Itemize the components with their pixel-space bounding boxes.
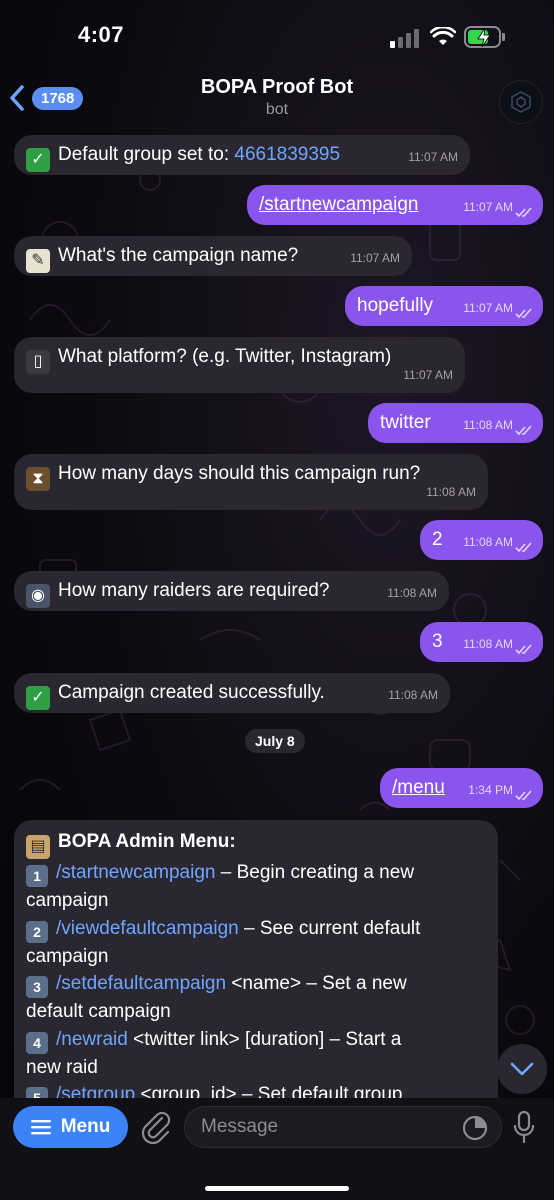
- command-link[interactable]: /setdefaultcampaign: [56, 973, 226, 994]
- check-mark-icon: ✓: [26, 686, 50, 710]
- chat-subtitle: bot: [265, 101, 289, 118]
- paperclip-icon[interactable]: [140, 1110, 172, 1144]
- check-mark-icon: ✓: [26, 148, 50, 172]
- hamburger-icon: [30, 1120, 51, 1135]
- outgoing-message: 3 11:08 AM: [420, 622, 543, 662]
- message-text: How many days should this campaign run?: [58, 463, 421, 484]
- read-checkmarks-icon: [515, 542, 532, 553]
- message-input[interactable]: [184, 1106, 502, 1148]
- chat-title[interactable]: BOPA Proof Bot: [0, 76, 554, 99]
- read-checkmarks-icon: [515, 308, 532, 319]
- incoming-message: ▯ What platform? (e.g. Twitter, Instagram…: [14, 337, 465, 393]
- sticker-icon[interactable]: [462, 1115, 488, 1141]
- message-text: twitter: [380, 412, 431, 433]
- message-time: 11:07 AM: [463, 200, 513, 214]
- command-link[interactable]: /viewdefaultcampaign: [56, 918, 239, 939]
- outgoing-message: twitter 11:08 AM: [368, 403, 543, 443]
- message-time: 1:34 PM: [468, 783, 513, 797]
- message-time: 11:08 AM: [387, 586, 437, 600]
- date-separator: July 8: [245, 729, 305, 753]
- incoming-message: ✓ Default group set to: 4661839395 11:07 …: [14, 135, 470, 175]
- command-description: – Begin creating a new: [215, 862, 415, 883]
- incoming-message: ⧗ How many days should this campaign run?…: [14, 454, 488, 510]
- command-description: <name> – Set a new: [226, 973, 407, 994]
- group-id-link[interactable]: 4661839395: [234, 144, 340, 165]
- chat-screen: 4:07 1768 BOPA Proof Bot bot ✓ Default g…: [0, 0, 554, 1200]
- incoming-message: ✎ What's the campaign name? 11:07 AM: [14, 236, 412, 276]
- microphone-icon[interactable]: [513, 1110, 535, 1144]
- admin-menu-message: ▤ BOPA Admin Menu: 1/startnewcampaign – B…: [14, 820, 498, 1110]
- status-time: 4:07: [78, 22, 125, 47]
- command-description: – See current default: [238, 917, 421, 939]
- chevron-down-icon: [510, 1062, 534, 1076]
- message-time: 11:08 AM: [388, 688, 438, 702]
- message-text: 2: [432, 529, 443, 550]
- memo-icon: ✎: [26, 249, 50, 273]
- message-time: 11:08 AM: [463, 418, 513, 432]
- bot-menu-label: Menu: [60, 1116, 111, 1137]
- message-time: 11:08 AM: [463, 637, 513, 651]
- message-text: What platform? (e.g. Twitter, Instagram): [58, 346, 392, 367]
- bot-logo-icon: [511, 91, 531, 113]
- outgoing-message: hopefully 11:07 AM: [345, 286, 543, 326]
- people-icon: ◉: [26, 584, 50, 608]
- read-checkmarks-icon: [515, 207, 532, 218]
- cellular-signal-icon: [390, 29, 419, 48]
- message-text: hopefully: [357, 295, 434, 316]
- home-indicator: [205, 1186, 349, 1191]
- mobile-phone-icon: ▯: [26, 350, 50, 374]
- keycap-3-icon: 3: [26, 976, 48, 998]
- status-bar: 4:07: [0, 0, 554, 70]
- command-link[interactable]: /menu: [392, 777, 445, 798]
- command-description-continued: campaign: [26, 945, 109, 967]
- message-text: 3: [432, 631, 443, 652]
- message-time: 11:07 AM: [350, 251, 400, 265]
- bot-avatar[interactable]: [499, 80, 543, 124]
- chat-header: 1768 BOPA Proof Bot bot: [0, 70, 554, 128]
- clipboard-icon: ▤: [26, 835, 50, 859]
- bot-menu-button[interactable]: Menu: [13, 1106, 128, 1148]
- keycap-1-icon: 1: [26, 865, 48, 887]
- command-description-continued: campaign: [26, 890, 109, 911]
- message-text: Campaign created successfully.: [58, 682, 325, 703]
- read-checkmarks-icon: [515, 790, 532, 801]
- incoming-message: ◉ How many raiders are required? 11:08 AM: [14, 571, 449, 611]
- read-checkmarks-icon: [515, 644, 532, 655]
- message-time: 11:07 AM: [408, 150, 458, 164]
- command-description: <twitter link> [duration] – Start a: [127, 1028, 402, 1050]
- wifi-icon: [430, 27, 456, 45]
- battery-charging-icon: [464, 26, 505, 48]
- message-text: How many raiders are required?: [58, 580, 330, 601]
- keycap-2-icon: 2: [26, 920, 48, 943]
- message-composer: Menu: [0, 1098, 554, 1200]
- scroll-to-bottom-button[interactable]: [497, 1044, 547, 1094]
- outgoing-message: 2 11:08 AM: [420, 520, 543, 560]
- message-time: 11:08 AM: [426, 485, 476, 499]
- outgoing-message: /menu 1:34 PM: [380, 768, 543, 808]
- command-link[interactable]: /newraid: [56, 1029, 128, 1050]
- message-text: Default group set to:: [58, 144, 235, 165]
- command-link[interactable]: /startnewcampaign: [259, 194, 418, 215]
- message-time: 11:08 AM: [463, 535, 513, 549]
- incoming-message: ✓ Campaign created successfully. 11:08 AM: [14, 673, 450, 713]
- outgoing-message: /startnewcampaign 11:07 AM: [247, 185, 543, 225]
- keycap-4-icon: 4: [26, 1031, 48, 1054]
- message-time: 11:07 AM: [463, 301, 513, 315]
- admin-menu-title: BOPA Admin Menu:: [58, 831, 236, 852]
- message-text: What's the campaign name?: [58, 245, 299, 266]
- command-link[interactable]: /startnewcampaign: [56, 862, 215, 883]
- read-checkmarks-icon: [515, 425, 532, 436]
- hourglass-icon: ⧗: [26, 467, 50, 491]
- command-description-continued: new raid: [26, 1056, 98, 1078]
- command-description-continued: default campaign: [26, 1001, 171, 1022]
- message-time: 11:07 AM: [403, 368, 453, 382]
